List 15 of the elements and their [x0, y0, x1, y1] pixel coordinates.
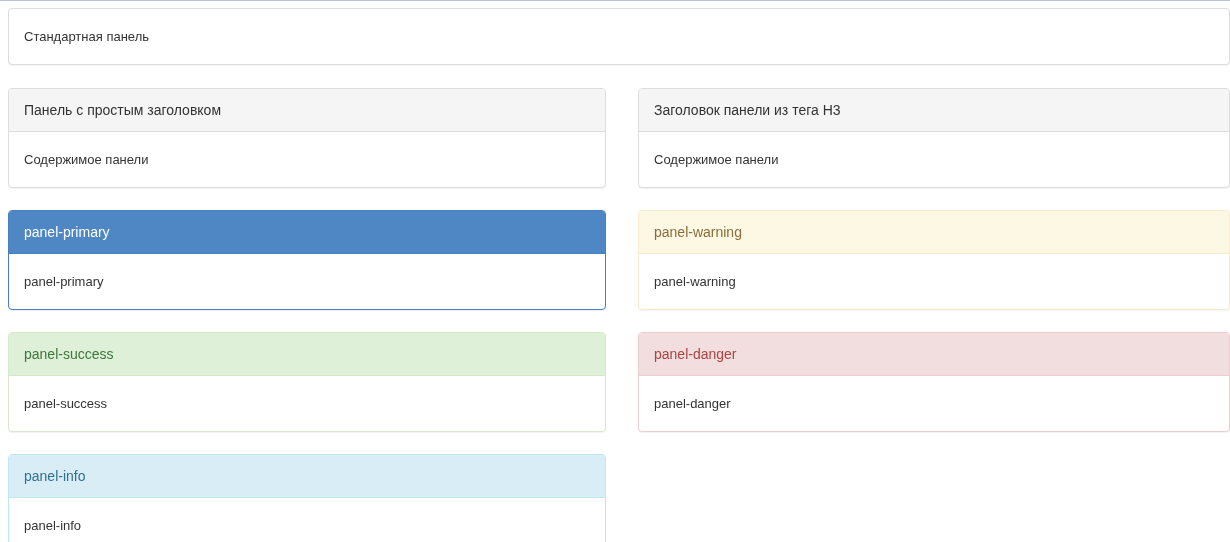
panel-text: Содержимое панели [654, 152, 779, 167]
panel-text: panel-danger [654, 396, 731, 411]
panel-text: panel-warning [654, 274, 736, 289]
panel-heading: panel-success [9, 333, 605, 376]
panel-text: Содержимое панели [24, 152, 149, 167]
panel-heading: Панель с простым заголовком [9, 89, 605, 132]
panel-heading: panel-danger [639, 333, 1229, 376]
panel-text: panel-info [24, 518, 82, 533]
panel-text: panel-success [24, 396, 108, 411]
panel-heading: panel-info [9, 455, 605, 498]
panel-heading: Заголовок панели из тега H3 [639, 89, 1229, 132]
panel-text: Стандартная панель [24, 29, 149, 44]
panel-text: panel-primary [24, 274, 104, 289]
panel-heading: panel-primary [9, 211, 605, 254]
panel-heading: panel-warning [639, 211, 1229, 254]
